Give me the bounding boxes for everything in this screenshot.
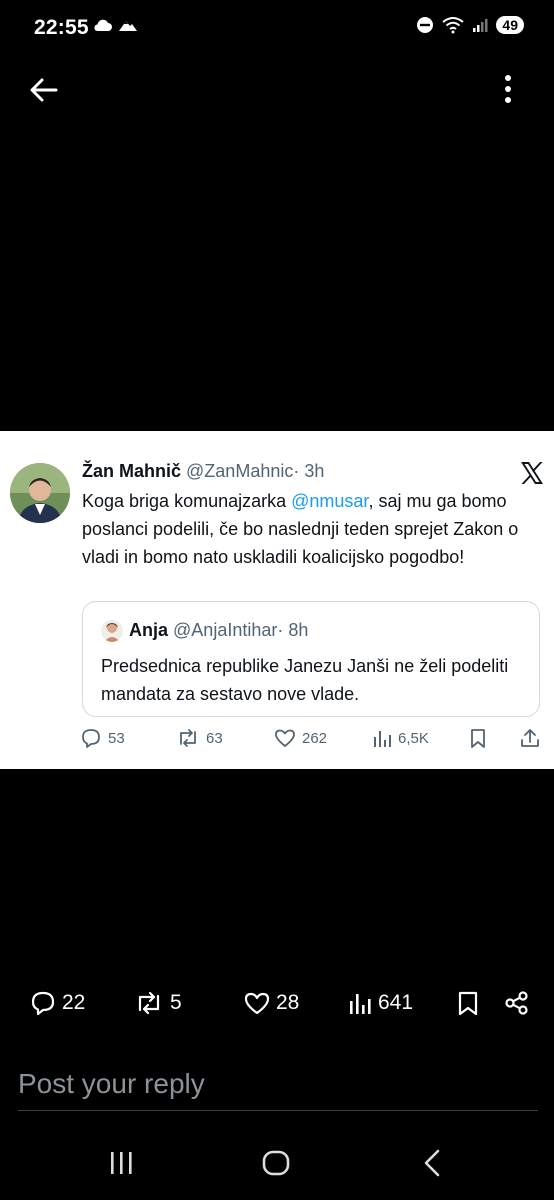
- views-icon: [350, 994, 371, 1014]
- mountain-icon: [119, 21, 137, 31]
- quote-text: Predsednica republike Janezu Janši ne že…: [101, 656, 509, 704]
- heart-icon: [244, 992, 270, 1015]
- author-avatar: [10, 463, 70, 523]
- tweet-image[interactable]: Žan Mahnič @ZanMahnic· 3h Koga briga kom…: [0, 431, 554, 769]
- tweet-text: Koga briga komunajzarka @nmusar, saj mu …: [82, 487, 522, 571]
- home-button[interactable]: [260, 1147, 292, 1179]
- quote-author-avatar: [101, 620, 123, 642]
- views-button[interactable]: 641: [348, 990, 413, 1016]
- quote-author-handle: @AnjaIntihar: [173, 620, 278, 640]
- status-bar: 22:55 49: [0, 0, 554, 58]
- quote-author-name: Anja: [129, 620, 169, 640]
- quote-avatar-photo: [101, 620, 123, 642]
- tweet-time: · 3h: [293, 461, 325, 481]
- battery-indicator: 49: [496, 16, 524, 34]
- tweet-repost-count-label: 63: [206, 729, 223, 747]
- recent-apps-button[interactable]: [106, 1148, 136, 1178]
- mention-link[interactable]: @nmusar: [291, 491, 368, 511]
- system-nav-bar: [0, 1130, 554, 1200]
- tweet-view-count-label: 6,5K: [398, 729, 429, 747]
- bookmark-button[interactable]: [456, 990, 480, 1016]
- x-logo-icon: [521, 462, 543, 484]
- repost-icon: [138, 991, 160, 1015]
- bookmark-icon: [458, 991, 478, 1016]
- author-handle: @ZanMahnic: [186, 461, 294, 481]
- reply-count: 22: [62, 991, 86, 1014]
- repost-icon: [180, 729, 196, 747]
- avatar-photo: [10, 463, 70, 523]
- quote-time: · 8h: [277, 620, 309, 640]
- signal-icon: [473, 19, 488, 32]
- tweet-header: Žan Mahnič @ZanMahnic· 3h: [82, 461, 324, 482]
- arrow-left-icon: [30, 78, 58, 102]
- tweet-repost-count: 63: [176, 727, 223, 749]
- bookmark-icon: [471, 729, 485, 748]
- author-name: Žan Mahnič: [82, 461, 182, 481]
- repost-button[interactable]: 5: [134, 990, 182, 1016]
- reply-button[interactable]: 22: [30, 990, 85, 1016]
- tweet-actions: 53 63 262 6,5K: [78, 727, 544, 755]
- share-icon: [521, 729, 539, 747]
- status-time: 22:55: [34, 16, 89, 39]
- cloud-icon: [94, 19, 112, 31]
- tweet-view-count: 6,5K: [372, 727, 429, 749]
- do-not-disturb-icon: [417, 17, 434, 33]
- tweet-share: [519, 727, 541, 749]
- back-button[interactable]: [26, 72, 62, 108]
- share-icon: [505, 991, 528, 1015]
- comment-icon: [31, 991, 55, 1016]
- more-vertical-icon: [505, 75, 511, 103]
- quoted-tweet[interactable]: Anja @AnjaIntihar· 8h Predsednica republ…: [82, 601, 540, 717]
- wifi-icon: [442, 17, 465, 34]
- view-count: 641: [378, 991, 414, 1014]
- repost-count: 5: [170, 991, 182, 1014]
- quote-header: Anja @AnjaIntihar· 8h: [129, 620, 308, 641]
- reply-input[interactable]: Post your reply: [18, 1062, 538, 1111]
- tweet-like-count: 262: [274, 727, 327, 749]
- like-count: 28: [276, 991, 300, 1014]
- share-button[interactable]: [504, 990, 530, 1016]
- tweet-bookmark: [468, 727, 488, 749]
- tweet-text-part: Koga briga komunajzarka: [82, 491, 292, 511]
- more-options-button[interactable]: [490, 72, 526, 108]
- like-button[interactable]: 28: [244, 990, 299, 1016]
- tweet-reply-count-label: 53: [108, 729, 125, 747]
- tweet-like-count-label: 262: [302, 729, 328, 747]
- system-back-button[interactable]: [418, 1147, 448, 1179]
- comment-icon: [82, 729, 100, 748]
- views-icon: [374, 731, 391, 747]
- tweet-reply-count: 53: [80, 727, 125, 749]
- heart-icon: [275, 729, 295, 747]
